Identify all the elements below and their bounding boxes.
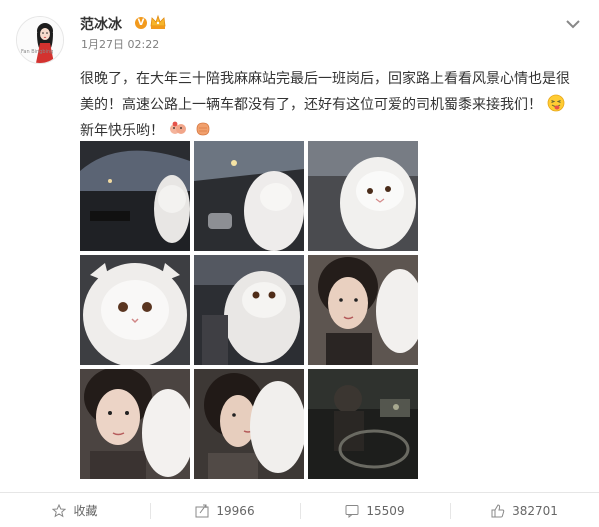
repost-count: 19966 — [216, 503, 255, 518]
post-text-greeting: 新年快乐哟！ — [80, 123, 164, 139]
comment-icon — [345, 504, 359, 518]
photo-woman-with-cat[interactable] — [308, 255, 418, 365]
couple-emoji — [170, 121, 187, 134]
photo-driver-car-interior[interactable] — [308, 369, 418, 479]
avatar-illustration — [17, 17, 63, 63]
comment-count: 15509 — [366, 503, 405, 518]
post-text-body: 很晚了，在大年三十陪我麻麻站完最后一班岗后，回家路上看看风景心情也是很美的！高速… — [80, 71, 570, 113]
repost-icon — [195, 504, 209, 517]
star-icon — [52, 503, 67, 517]
author-name[interactable]: 范冰冰 — [80, 14, 122, 34]
author-avatar[interactable]: Fan Bingbing — [16, 16, 64, 64]
favorite-button[interactable]: 收藏 — [0, 493, 150, 527]
photo-woman-kissing-cat[interactable] — [194, 369, 304, 479]
photo-grid — [80, 141, 419, 480]
favorite-label: 收藏 — [73, 504, 98, 518]
tongue-out-emoji — [548, 94, 565, 112]
verified-badge: V — [135, 17, 147, 29]
fist-emoji — [196, 122, 210, 136]
vip-crown-icon[interactable] — [149, 13, 167, 31]
post-text: 很晚了，在大年三十陪我麻麻站完最后一班岗后，回家路上看看风景心情也是很美的！高速… — [80, 66, 580, 144]
avatar-caption: Fan Bingbing — [21, 49, 54, 55]
photo-cat-closeup[interactable] — [80, 255, 190, 365]
weibo-post-card: Fan Bingbing 范冰冰 V 1月27日 02:22 很晚了，在大年三十… — [0, 0, 599, 527]
photo-cat-face-night[interactable] — [194, 255, 304, 365]
action-bar: 收藏 19966 15509 382701 — [0, 492, 599, 527]
photo-woman-selfie-with-cat[interactable] — [80, 369, 190, 479]
thumbs-up-icon — [491, 503, 505, 517]
comment-button[interactable]: 15509 — [300, 493, 450, 527]
photo-cat-by-car-window[interactable] — [194, 141, 304, 251]
photo-car-night-cat[interactable] — [80, 141, 190, 251]
like-button[interactable]: 382701 — [450, 493, 599, 527]
post-timestamp[interactable]: 1月27日 02:22 — [81, 36, 159, 52]
chevron-down-icon[interactable] — [565, 18, 581, 30]
repost-button[interactable]: 19966 — [150, 493, 300, 527]
photo-cat-in-car[interactable] — [308, 141, 418, 251]
like-count: 382701 — [512, 503, 558, 518]
